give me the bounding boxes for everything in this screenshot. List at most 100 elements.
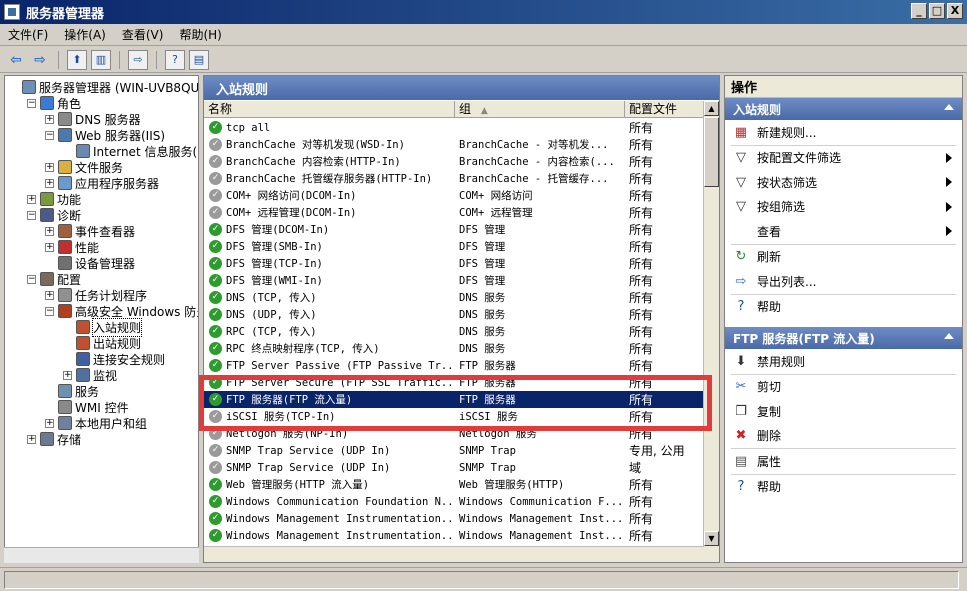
collapse-icon[interactable]: − [27, 98, 36, 108]
tree-item[interactable]: 连接安全规则 [63, 351, 165, 367]
table-row[interactable]: ✓ DNS (TCP, 传入) DNS 服务 所有 [204, 289, 704, 306]
tree-item[interactable]: 服务器管理器 (WIN-UVB8QUUDF7 [9, 79, 198, 95]
help-icon[interactable]: ? [165, 49, 185, 70]
tree-item[interactable]: − Web 服务器(IIS) [45, 127, 165, 143]
tree-item[interactable]: + 存储 [27, 431, 81, 447]
tree-item[interactable]: WMI 控件 [45, 399, 129, 415]
expand-icon[interactable]: + [45, 290, 54, 300]
action-item[interactable]: ▽ 按组筛选 [725, 195, 962, 220]
table-row[interactable]: ✓ BranchCache 托管缓存服务器(HTTP-In) BranchCache… [204, 170, 704, 187]
tree-item[interactable]: − 诊断 [27, 207, 81, 223]
tree-item[interactable]: + 本地用户和组 [45, 415, 147, 431]
tree-item[interactable]: + 应用程序服务器 [45, 175, 159, 191]
table-row[interactable]: ✓ FTP Server Passive (FTP Passive Tr... FT… [204, 357, 704, 374]
table-row[interactable]: ✓ COM+ 远程管理(DCOM-In) COM+ 远程管理 所有 [204, 204, 704, 221]
tree-item[interactable]: + 功能 [27, 191, 81, 207]
actions-section-inbound[interactable]: 入站规则 [725, 98, 962, 120]
minimize-button[interactable]: _ [911, 3, 927, 19]
table-row[interactable]: ✓ RPC (TCP, 传入) DNS 服务 所有 [204, 323, 704, 340]
expand-icon[interactable]: + [45, 226, 54, 236]
action-item[interactable]: ? 帮助 [725, 295, 962, 320]
collapse-icon[interactable]: − [27, 274, 36, 284]
action-item[interactable]: ↻ 刷新 [725, 245, 962, 270]
close-button[interactable]: X [947, 3, 963, 19]
collapse-icon[interactable]: − [45, 130, 54, 140]
table-row[interactable]: ✓ DFS 管理(DCOM-In) DFS 管理 所有 [204, 221, 704, 238]
back-icon[interactable]: ⇦ [6, 50, 26, 70]
menu-help[interactable]: 帮助(H) [179, 26, 221, 43]
forward-icon[interactable]: ⇨ [30, 50, 50, 70]
collapse-icon[interactable] [944, 104, 954, 110]
expand-icon[interactable]: + [45, 242, 54, 252]
column-name[interactable]: 名称 [204, 101, 455, 117]
table-row[interactable]: ✓ Windows Management Instrumentation... Wi… [204, 527, 704, 544]
tree-item[interactable]: 服务 [45, 383, 99, 399]
table-row[interactable]: ✓ Windows Communication Foundation N... Wi… [204, 493, 704, 510]
table-row[interactable]: ✓ BranchCache 内容检索(HTTP-In) BranchCache - … [204, 153, 704, 170]
menu-action[interactable]: 操作(A) [64, 26, 106, 43]
expand-icon[interactable]: + [27, 194, 36, 204]
tree-item[interactable]: − 高级安全 Windows 防火墙 [45, 303, 198, 319]
collapse-icon[interactable]: − [27, 210, 36, 220]
export-icon[interactable]: ⇨ [128, 49, 148, 70]
table-row[interactable]: ✓ Web 管理服务(HTTP 流入量) Web 管理服务(HTTP) 所有 [204, 476, 704, 493]
up-folder-icon[interactable]: ⬆ [67, 49, 87, 70]
rules-horizontal-scrollbar[interactable] [204, 546, 704, 562]
action-item[interactable]: ? 帮助 [725, 475, 962, 500]
collapse-icon[interactable]: − [45, 306, 54, 316]
tree-item[interactable]: Internet 信息服务( [63, 143, 197, 159]
tree-item[interactable]: − 角色 [27, 95, 81, 111]
maximize-button[interactable]: □ [929, 3, 945, 19]
action-item[interactable]: ▽ 按状态筛选 [725, 170, 962, 195]
table-row[interactable]: ✓ DNS (UDP, 传入) DNS 服务 所有 [204, 306, 704, 323]
action-item[interactable]: ▤ 属性 [725, 449, 962, 474]
table-row[interactable]: ✓ BranchCache 对等机发现(WSD-In) BranchCache - … [204, 136, 704, 153]
action-item[interactable]: ⬇ 禁用规则 [725, 349, 962, 374]
column-group[interactable]: 组 ▲ [455, 101, 625, 117]
action-item[interactable]: 查看 [725, 219, 962, 244]
action-item[interactable]: ❐ 复制 [725, 399, 962, 424]
table-row[interactable]: ✓ SNMP Trap Service (UDP In) SNMP Trap 域 [204, 459, 704, 476]
action-item[interactable]: ▦ 新建规则... [725, 120, 962, 145]
table-row[interactable]: ✓ SNMP Trap Service (UDP In) SNMP Trap 专用, … [204, 442, 704, 459]
tree-item[interactable]: + 监视 [63, 367, 117, 383]
menu-view[interactable]: 查看(V) [122, 26, 164, 43]
expand-icon[interactable]: + [45, 418, 54, 428]
table-row[interactable]: ✓ RPC 终点映射程序(TCP, 传入) DNS 服务 所有 [204, 340, 704, 357]
expand-icon[interactable]: + [45, 114, 54, 124]
expand-icon[interactable]: + [45, 162, 54, 172]
table-row[interactable]: ✓ DFS 管理(SMB-In) DFS 管理 所有 [204, 238, 704, 255]
tree-item[interactable]: 入站规则 [63, 317, 143, 337]
menu-file[interactable]: 文件(F) [8, 26, 48, 43]
tree-item[interactable]: + 性能 [45, 239, 99, 255]
table-row[interactable]: ✓ DFS 管理(WMI-In) DFS 管理 所有 [204, 272, 704, 289]
action-item[interactable]: ✖ 删除 [725, 424, 962, 449]
expand-icon[interactable]: + [27, 434, 36, 444]
tree-item[interactable]: 出站规则 [63, 335, 141, 351]
tree-item[interactable]: + 任务计划程序 [45, 287, 147, 303]
action-item[interactable]: ▽ 按配置文件筛选 [725, 146, 962, 171]
table-row[interactable]: ✓ Windows Management Instrumentation... Wi… [204, 510, 704, 527]
tree-item[interactable]: 设备管理器 [45, 255, 135, 271]
scroll-down-icon[interactable]: ▼ [704, 531, 719, 546]
tree-item[interactable]: + 事件查看器 [45, 223, 135, 239]
scroll-thumb[interactable] [704, 117, 719, 187]
table-row[interactable]: ✓ FTP 服务器(FTP 流入量) FTP 服务器 所有 [204, 391, 704, 408]
show-tree-icon[interactable]: ▥ [91, 49, 111, 70]
table-row[interactable]: ✓ Netlogon 服务(NP-In) Netlogon 服务 所有 [204, 425, 704, 442]
action-item[interactable]: ✂ 剪切 [725, 375, 962, 400]
table-row[interactable]: ✓ COM+ 网络访问(DCOM-In) COM+ 网络访问 所有 [204, 187, 704, 204]
table-row[interactable]: ✓ tcp all 所有 [204, 119, 704, 136]
tree-item[interactable]: + DNS 服务器 [45, 111, 141, 127]
collapse-icon[interactable] [944, 333, 954, 339]
action-item[interactable]: ⇨ 导出列表... [725, 269, 962, 294]
tree-item[interactable]: + 文件服务 [45, 159, 123, 175]
column-profile[interactable]: 配置文件 [625, 101, 704, 117]
tree-item[interactable]: − 配置 [27, 271, 81, 287]
rules-vertical-scrollbar[interactable]: ▲ ▼ [703, 101, 719, 562]
tree-horizontal-scrollbar[interactable] [4, 547, 199, 563]
table-row[interactable]: ✓ FTP Server Secure (FTP SSL Traffic... FT… [204, 374, 704, 391]
expand-icon[interactable]: + [63, 370, 72, 380]
table-row[interactable]: ✓ DFS 管理(TCP-In) DFS 管理 所有 [204, 255, 704, 272]
expand-icon[interactable]: + [45, 178, 54, 188]
